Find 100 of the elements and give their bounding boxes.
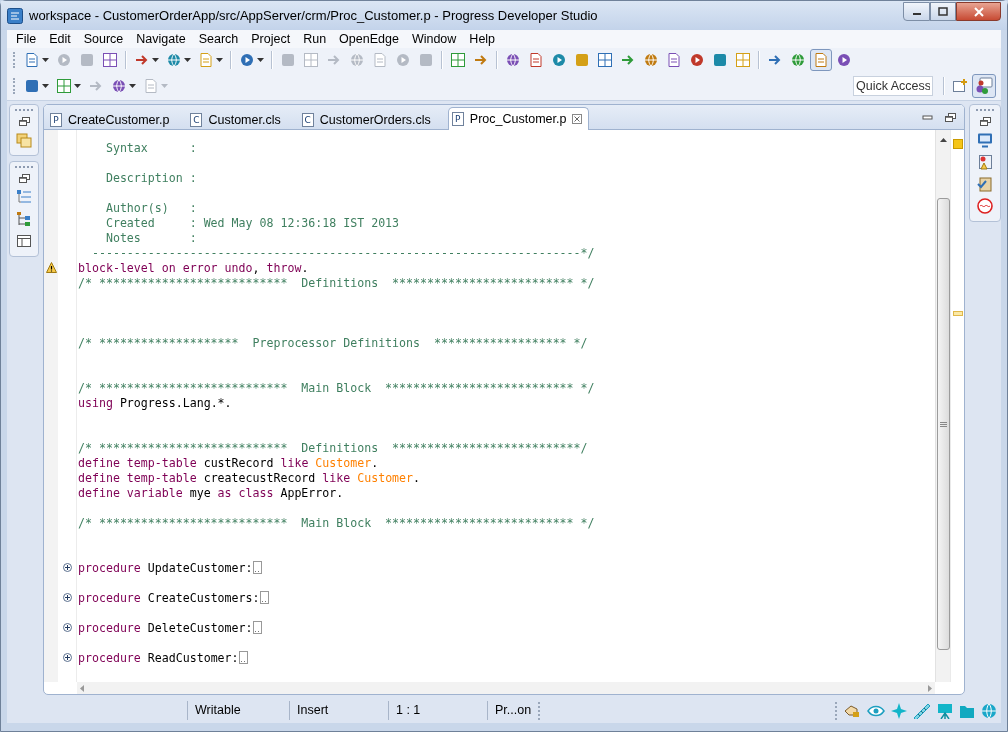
document-icon: [372, 52, 388, 68]
code-line: using Progress.Lang.*.: [78, 395, 232, 410]
breakpoint-icon[interactable]: [977, 154, 993, 170]
globe-icon: [349, 52, 365, 68]
expand-icon[interactable]: [63, 623, 72, 632]
folded-code-icon[interactable]: [252, 621, 262, 634]
circle-icon: [395, 52, 411, 68]
close-icon[interactable]: [572, 114, 583, 124]
code-line: define temp-table createcustRecord like Customer.: [78, 470, 421, 485]
grid-icon: [56, 78, 72, 94]
menu-item[interactable]: Source: [76, 32, 130, 46]
perspective-icon: [975, 77, 993, 95]
code-line: Notes :: [104, 230, 197, 245]
code-line: Description :: [104, 170, 197, 185]
perspective-button[interactable]: [972, 74, 996, 98]
menu-item[interactable]: Navigate: [129, 32, 192, 46]
monitor-icon[interactable]: [977, 132, 993, 148]
scroll-right-icon[interactable]: [928, 684, 932, 692]
globe-icon[interactable]: [981, 702, 997, 719]
expand-icon[interactable]: [63, 653, 72, 662]
status-field: 1 : 1: [388, 701, 487, 720]
document-icon: [813, 52, 829, 68]
document-icon: [528, 52, 544, 68]
warning-marker-icon: [952, 311, 963, 316]
editor-tab[interactable]: P CreateCustomer.p: [46, 108, 184, 130]
folders-icon[interactable]: [16, 132, 32, 148]
grid-icon: [102, 52, 118, 68]
code-line: define variable mye as class AppError.: [78, 485, 344, 500]
code-line: /* *************************** Definitions ***************************/: [78, 440, 588, 455]
scroll-up-icon[interactable]: [939, 138, 947, 142]
maximize-button[interactable]: [930, 2, 956, 21]
eye-icon[interactable]: [867, 703, 885, 718]
warning-summary-icon: [952, 139, 963, 149]
no-entry-icon[interactable]: [977, 198, 993, 214]
close-button[interactable]: [956, 2, 1001, 21]
globe-icon: [643, 52, 659, 68]
horizontal-scrollbar[interactable]: [77, 682, 935, 694]
globe-icon: [111, 78, 127, 94]
file-type-badge: C: [190, 112, 203, 127]
menu-item[interactable]: Project: [244, 32, 297, 46]
menu-item[interactable]: File: [9, 32, 43, 46]
code-line: procedure ReadCustomer:: [78, 650, 239, 665]
restore-icon[interactable]: [18, 117, 30, 126]
code-line: /* *************************** Main Block *************************** */: [78, 515, 595, 530]
vertical-scrollbar[interactable]: [935, 130, 950, 682]
editor-tab[interactable]: C Customer.cls: [186, 108, 295, 130]
clipboard-check-icon[interactable]: [977, 176, 993, 192]
status-field: Insert: [289, 701, 388, 720]
code-line: procedure DeleteCustomer:: [78, 620, 253, 635]
hierarchy-icon[interactable]: [16, 211, 32, 227]
code-line: /* *************************** Definitions ************************** */: [78, 275, 595, 290]
globe-icon: [166, 52, 182, 68]
menu-item[interactable]: Window: [404, 32, 463, 46]
circle-icon: [551, 52, 567, 68]
square-icon: [79, 52, 95, 68]
document-icon: [198, 52, 214, 68]
grid-icon: [450, 52, 466, 68]
document-icon: [666, 52, 682, 68]
square-icon: [712, 52, 728, 68]
restore-icon[interactable]: [979, 117, 991, 126]
file-type-badge: P: [451, 112, 464, 126]
globe-icon: [790, 52, 806, 68]
circle-icon: [689, 52, 705, 68]
menu-item[interactable]: Run: [296, 32, 333, 46]
grid-icon: [303, 52, 319, 68]
ruler-icon[interactable]: [913, 702, 931, 719]
window-title: workspace - CustomerOrderApp/src/AppServer/crm/Proc_Customer.p - Progress Developer Studio: [29, 8, 599, 23]
editor-tab[interactable]: C CustomerOrders.cls: [297, 108, 445, 130]
scroll-thumb[interactable]: [936, 198, 950, 650]
folded-code-icon[interactable]: [238, 651, 248, 664]
menu-item[interactable]: Search: [191, 32, 245, 46]
expand-icon[interactable]: [63, 563, 72, 572]
maximize-icon[interactable]: [945, 112, 956, 122]
outline-icon[interactable]: [16, 189, 32, 205]
minimize-icon[interactable]: [922, 112, 933, 122]
table-icon[interactable]: [16, 233, 32, 249]
menu-item[interactable]: Help: [462, 32, 502, 46]
restore-icon[interactable]: [18, 174, 30, 183]
file-type-badge: P: [50, 112, 62, 127]
quick-access-field[interactable]: Quick Access: [853, 76, 933, 96]
sparkle-icon[interactable]: [891, 702, 907, 719]
code-line: Syntax :: [104, 140, 197, 155]
editor-tab[interactable]: P Proc_Customer.p: [447, 107, 590, 130]
circle-icon: [239, 52, 255, 68]
toolbar-button[interactable]: [810, 49, 832, 71]
menu-item[interactable]: OpenEdge: [332, 32, 405, 46]
easel-icon[interactable]: [937, 702, 953, 719]
caret-icon: [42, 58, 49, 62]
folded-code-icon[interactable]: [252, 561, 262, 574]
circle-icon: [836, 52, 852, 68]
expand-icon[interactable]: [63, 593, 72, 602]
globe-icon: [505, 52, 521, 68]
minimize-button[interactable]: [903, 2, 930, 21]
window-plus-icon: [952, 78, 968, 94]
caret-icon: [74, 84, 81, 88]
scroll-left-icon[interactable]: [80, 684, 84, 692]
menu-item[interactable]: Edit: [42, 32, 77, 46]
folded-code-icon[interactable]: [259, 591, 269, 604]
caret-icon: [184, 58, 191, 62]
caret-icon: [129, 84, 136, 88]
